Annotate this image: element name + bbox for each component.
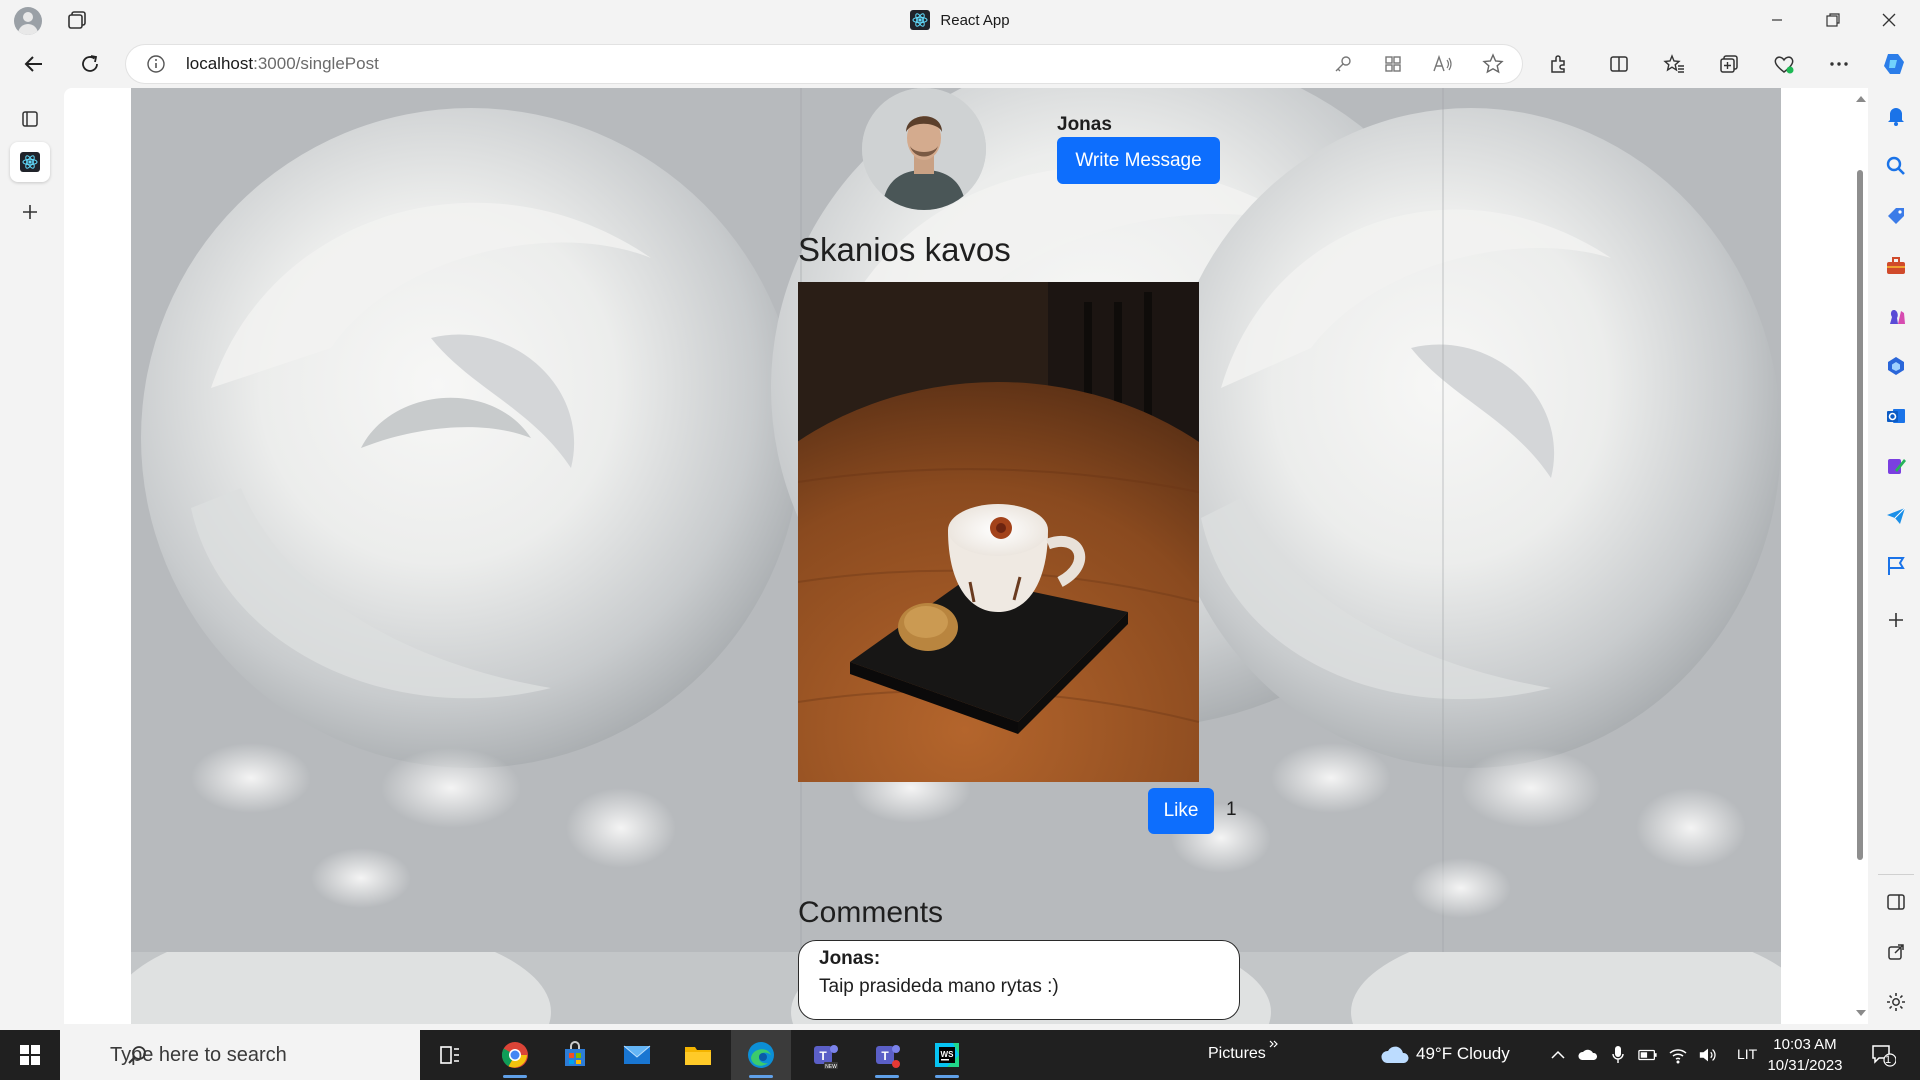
send-telegram-icon[interactable] (1884, 504, 1908, 528)
designer-icon[interactable] (1884, 454, 1908, 478)
settings-gear-icon[interactable] (1884, 990, 1908, 1014)
comment-author: Jonas: (819, 948, 881, 969)
collections-icon[interactable] (1713, 48, 1745, 80)
tools-briefcase-icon[interactable] (1884, 254, 1908, 278)
notification-center-icon[interactable] (1868, 1045, 1898, 1067)
scroll-down-arrow-icon[interactable] (1856, 1010, 1866, 1016)
task-view-icon[interactable] (420, 1030, 480, 1080)
extensions-icon[interactable] (1543, 48, 1575, 80)
split-screen-icon[interactable] (1603, 48, 1635, 80)
favorite-star-icon[interactable] (1482, 53, 1504, 75)
edge-sidebar (1872, 88, 1920, 1028)
window-title-text: React App (940, 11, 1010, 29)
read-aloud-icon[interactable] (1432, 53, 1454, 75)
cloudy-weather-icon[interactable] (1380, 1045, 1410, 1065)
shopping-tag-icon[interactable] (1884, 204, 1908, 228)
games-chess-icon[interactable] (1884, 304, 1908, 328)
copilot-icon[interactable] (1878, 48, 1910, 80)
page-scrollbar[interactable] (1852, 88, 1868, 1024)
microsoft-365-icon[interactable] (1884, 354, 1908, 378)
file-explorer-icon[interactable] (668, 1030, 728, 1080)
react-tab-icon (20, 152, 40, 172)
like-button[interactable]: Like (1148, 788, 1214, 834)
svg-text:T: T (819, 1049, 827, 1063)
browser-title-bar: React App (0, 0, 1920, 40)
hide-sidebar-icon[interactable] (1884, 890, 1908, 914)
comment-text: Taip prasideda mano rytas :) (819, 976, 1059, 997)
taskbar-clock[interactable]: 10:03 AM 10/31/2023 (1760, 1034, 1850, 1076)
restore-icon[interactable] (1805, 0, 1861, 40)
scrollbar-thumb[interactable] (1857, 170, 1863, 860)
author-avatar[interactable] (862, 88, 986, 210)
url-host: localhost (186, 54, 254, 73)
svg-text:T: T (881, 1049, 889, 1063)
taskbar-search-box[interactable]: Type here to search (60, 1030, 420, 1080)
notification-count-badge: 1 (1885, 1054, 1892, 1066)
scroll-up-arrow-icon[interactable] (1856, 96, 1866, 102)
edge-app-icon[interactable] (731, 1030, 791, 1080)
clock-date: 10/31/2023 (1767, 1057, 1843, 1074)
window-title: React App (0, 0, 1920, 40)
browser-essentials-icon[interactable] (1768, 48, 1800, 80)
write-message-button[interactable]: Write Message (1057, 137, 1220, 184)
volume-icon[interactable] (1698, 1045, 1718, 1065)
chevron-right-icon[interactable] (1264, 1034, 1284, 1054)
app-available-icon[interactable] (1382, 53, 1404, 75)
svg-text:NEW: NEW (825, 1064, 837, 1070)
mail-app-icon[interactable] (607, 1030, 667, 1080)
open-external-icon[interactable] (1884, 940, 1908, 964)
svg-text:WS: WS (941, 1050, 955, 1059)
windows-taskbar: Type here to search T NEW T WS Pictures 4… (0, 1030, 1920, 1080)
windows-start-icon[interactable] (10, 1040, 50, 1070)
url-text[interactable]: localhost:3000/singlePost (186, 45, 379, 83)
input-language-indicator[interactable]: LIT (1737, 1046, 1757, 1062)
address-bar[interactable]: localhost:3000/singlePost (126, 45, 1522, 83)
weather-text[interactable]: 49°F Cloudy (1416, 1044, 1510, 1064)
page-viewport: Jonas Write Message Skanios kavos Like 1… (64, 88, 1852, 1024)
password-key-icon[interactable] (1332, 53, 1354, 75)
tab-actions-menu-icon[interactable] (10, 99, 50, 139)
tab-react-app[interactable] (10, 142, 50, 182)
favorites-icon[interactable] (1658, 48, 1690, 80)
post-image (798, 282, 1199, 782)
microphone-icon[interactable] (1608, 1045, 1628, 1065)
search-icon[interactable] (1884, 154, 1908, 178)
post-title: Skanios kavos (798, 231, 1011, 268)
comment-card: Jonas: Taip prasideda mano rytas :) (798, 940, 1240, 1020)
site-info-icon[interactable] (146, 54, 166, 79)
sidebar-divider (1878, 874, 1914, 875)
back-icon[interactable] (18, 48, 50, 80)
comments-heading: Comments (798, 896, 944, 929)
chrome-app-icon[interactable] (485, 1030, 545, 1080)
teams-app-icon[interactable]: T (857, 1030, 917, 1080)
teams-new-icon[interactable]: T NEW (795, 1030, 855, 1080)
author-name[interactable]: Jonas (1057, 114, 1112, 136)
new-tab-plus-icon[interactable] (10, 192, 50, 232)
vertical-tab-strip (0, 88, 60, 1028)
onedrive-cloud-icon[interactable] (1578, 1045, 1598, 1065)
outlook-icon[interactable] (1884, 404, 1908, 428)
microsoft-store-icon[interactable] (545, 1030, 605, 1080)
minimize-icon[interactable] (1749, 0, 1805, 40)
pictures-folder-label[interactable]: Pictures (1208, 1045, 1266, 1063)
refresh-icon[interactable] (74, 48, 106, 80)
search-glass-icon (126, 1043, 150, 1073)
notifications-bell-icon[interactable] (1884, 104, 1908, 128)
react-favicon-icon (910, 10, 931, 30)
show-hidden-icons-chevron-icon[interactable] (1548, 1045, 1568, 1065)
webstorm-app-icon[interactable]: WS (917, 1030, 977, 1080)
wifi-icon[interactable] (1668, 1045, 1688, 1065)
clock-time: 10:03 AM (1773, 1036, 1837, 1053)
url-path: :3000/singlePost (253, 54, 379, 73)
close-icon[interactable] (1861, 0, 1917, 40)
flag-icon[interactable] (1884, 554, 1908, 578)
single-post-container: Jonas Write Message Skanios kavos Like 1… (798, 88, 1258, 1024)
battery-icon[interactable] (1638, 1045, 1658, 1065)
add-sidebar-app-icon[interactable] (1884, 608, 1908, 632)
like-count: 1 (1226, 799, 1237, 820)
more-options-icon[interactable] (1823, 48, 1855, 80)
browser-toolbar: localhost:3000/singlePost (0, 40, 1920, 88)
